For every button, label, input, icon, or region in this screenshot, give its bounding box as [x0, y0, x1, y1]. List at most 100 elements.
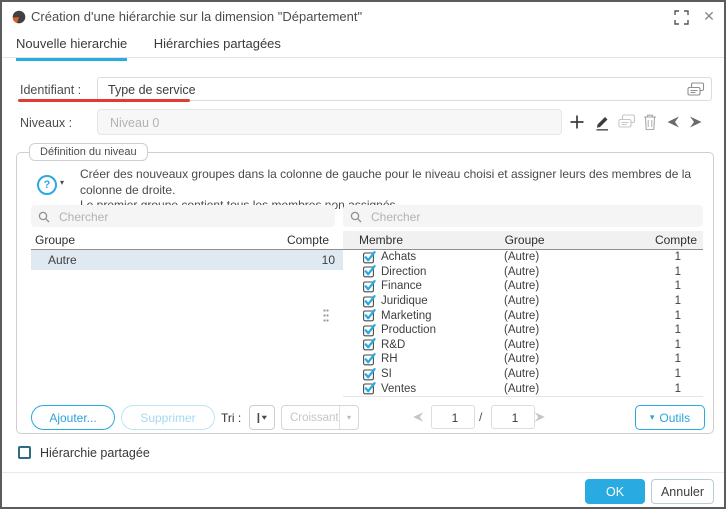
ok-button[interactable]: OK	[585, 479, 645, 504]
page-total-input[interactable]	[492, 406, 538, 430]
rename-tags-icon[interactable]	[687, 82, 705, 97]
checked-checkbox-icon[interactable]	[363, 353, 376, 366]
member-group: (Autre)	[504, 310, 659, 322]
checked-checkbox-icon[interactable]	[363, 280, 376, 293]
identifiant-input[interactable]	[106, 78, 680, 102]
expand-icon[interactable]	[674, 10, 689, 25]
column-groupe[interactable]: Groupe	[31, 233, 287, 247]
member-name: RH	[381, 353, 504, 365]
column-compte[interactable]: Compte	[287, 233, 343, 247]
search-icon	[350, 210, 362, 222]
help-caret-icon[interactable]: ▾	[60, 178, 64, 187]
page-next-icon[interactable]	[533, 410, 547, 424]
member-row[interactable]: Marketing (Autre) 1	[343, 308, 703, 323]
shared-hierarchy-checkbox[interactable]	[18, 446, 31, 459]
checked-checkbox-icon[interactable]	[363, 382, 376, 395]
member-count: 1	[659, 251, 703, 263]
member-group: (Autre)	[504, 383, 659, 395]
chevron-down-icon: ▾	[650, 412, 655, 423]
group-table-header: Groupe Compte	[31, 231, 343, 250]
checked-checkbox-icon[interactable]	[363, 295, 376, 308]
member-name: Finance	[381, 280, 504, 292]
page-total-wrap	[491, 405, 535, 429]
move-level-right-icon[interactable]	[688, 114, 706, 132]
help-icon[interactable]: ?	[37, 175, 57, 195]
member-count: 1	[659, 383, 703, 395]
member-count: 1	[659, 324, 703, 336]
page-separator: /	[479, 410, 482, 424]
sort-mode-button[interactable]	[249, 405, 275, 430]
chevron-down-icon[interactable]: ▾	[339, 406, 358, 429]
group-search-input[interactable]	[57, 205, 331, 229]
member-name: Direction	[381, 266, 504, 278]
page-current-wrap	[431, 405, 475, 429]
sort-flag-icon	[256, 412, 268, 424]
member-row[interactable]: R&D (Autre) 1	[343, 338, 703, 353]
group-search-wrap	[31, 205, 335, 227]
help-line-1: Créer des nouveaux groupes dans la colon…	[80, 167, 705, 198]
checked-checkbox-icon[interactable]	[363, 251, 376, 264]
page-previous-icon[interactable]	[411, 410, 425, 424]
member-search-input[interactable]	[369, 205, 699, 229]
cancel-button[interactable]: Annuler	[651, 479, 714, 504]
delete-group-button[interactable]: Supprimer	[121, 405, 215, 430]
niveaux-label: Niveaux :	[20, 116, 72, 130]
member-count: 1	[659, 295, 703, 307]
edit-pencil-icon[interactable]	[594, 114, 612, 132]
fieldset-legend: Définition du niveau	[29, 143, 148, 161]
delete-trash-icon[interactable]	[643, 114, 661, 132]
member-name: Marketing	[381, 310, 504, 322]
checked-checkbox-icon[interactable]	[363, 309, 376, 322]
member-search-wrap	[343, 205, 703, 227]
member-row[interactable]: SI (Autre) 1	[343, 367, 703, 382]
member-row[interactable]: Direction (Autre) 1	[343, 265, 703, 280]
column-membre[interactable]: Membre	[343, 233, 505, 247]
add-group-button[interactable]: Ajouter...	[31, 405, 115, 430]
member-row[interactable]: Juridique (Autre) 1	[343, 294, 703, 309]
window-title: Création d'une hiérarchie sur la dimensi…	[31, 9, 362, 24]
group-row-selected[interactable]: Autre 10	[31, 250, 343, 270]
member-name: Juridique	[381, 295, 504, 307]
member-count: 1	[659, 353, 703, 365]
member-row[interactable]: Production (Autre) 1	[343, 323, 703, 338]
checked-checkbox-icon[interactable]	[363, 324, 376, 337]
checked-checkbox-icon[interactable]	[363, 265, 376, 278]
copy-level-icon[interactable]	[618, 114, 636, 132]
tab-hierarchies-partagees[interactable]: Hiérarchies partagées	[154, 36, 281, 58]
panel-splitter-handle[interactable]	[323, 308, 329, 324]
member-name: SI	[381, 368, 504, 380]
niveaux-input[interactable]	[108, 111, 552, 135]
tools-button-label: Outils	[659, 411, 690, 425]
member-group: (Autre)	[504, 280, 659, 292]
column-groupe[interactable]: Groupe	[505, 233, 655, 247]
member-group: (Autre)	[504, 266, 659, 278]
member-row[interactable]: RH (Autre) 1	[343, 352, 703, 367]
member-name: Production	[381, 324, 504, 336]
member-count: 1	[659, 368, 703, 380]
column-compte[interactable]: Compte	[655, 233, 703, 247]
level-definition-fieldset: Définition du niveau ? ▾ Créer des nouve…	[16, 152, 714, 434]
tools-button[interactable]: ▾ Outils	[635, 405, 705, 430]
checked-checkbox-icon[interactable]	[363, 338, 376, 351]
close-icon[interactable]: ✕	[699, 6, 719, 26]
move-level-left-icon[interactable]	[665, 114, 683, 132]
member-row[interactable]: Ventes (Autre) 1	[343, 381, 703, 396]
member-name: Ventes	[381, 383, 504, 395]
member-row[interactable]: Finance (Autre) 1	[343, 279, 703, 294]
group-count: 10	[322, 253, 343, 267]
sort-order-select[interactable]: Croissant ▾	[281, 405, 359, 430]
member-table-header: Membre Groupe Compte	[343, 231, 703, 250]
member-group: (Autre)	[504, 295, 659, 307]
member-name: Achats	[381, 251, 504, 263]
footer-separator	[2, 472, 726, 473]
search-icon	[38, 210, 50, 222]
member-row[interactable]: Achats (Autre) 1	[343, 250, 703, 265]
add-level-icon[interactable]	[569, 114, 587, 132]
checked-checkbox-icon[interactable]	[363, 368, 376, 381]
niveaux-input-wrap	[97, 109, 562, 135]
page-current-input[interactable]	[432, 406, 478, 430]
member-group: (Autre)	[504, 368, 659, 380]
member-group: (Autre)	[504, 339, 659, 351]
red-annotation-underline	[18, 99, 190, 102]
shared-hierarchy-label: Hiérarchie partagée	[40, 446, 150, 460]
